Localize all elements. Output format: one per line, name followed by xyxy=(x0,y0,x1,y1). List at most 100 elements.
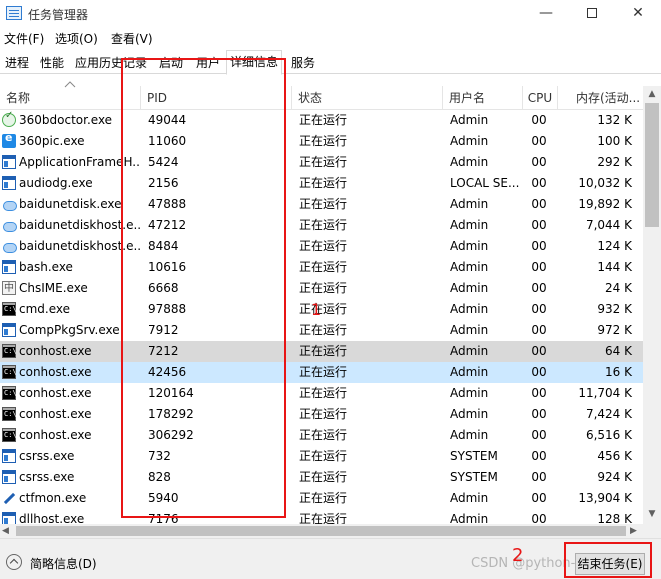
console-icon xyxy=(2,365,17,379)
table-row[interactable]: conhost.exe7212正在运行Admin0064 K xyxy=(0,341,643,362)
table-row[interactable]: audiodg.exe 2156 正在运行 LOCAL SE... 00 10,032 K xyxy=(0,173,643,194)
cloud-icon xyxy=(2,218,17,232)
horizontal-scroll-thumb[interactable] xyxy=(16,526,626,536)
process-cpu: 00 xyxy=(531,218,547,232)
process-cpu: 00 xyxy=(531,281,547,295)
table-row[interactable]: conhost.exe178292正在运行Admin007,424 K xyxy=(0,404,643,425)
console-icon xyxy=(2,344,17,358)
process-status: 正在运行 xyxy=(299,260,348,274)
table-row[interactable]: CompPkgSrv.exe 7912 正在运行 Admin 00 972 K xyxy=(0,320,643,341)
scroll-left-icon[interactable]: ◀ xyxy=(2,524,9,538)
process-cpu: 00 xyxy=(531,155,547,169)
console-icon xyxy=(2,386,17,400)
table-row[interactable]: baidunetdiskhost.e... 8484 正在运行 Admin 00 124 … xyxy=(0,236,643,257)
table-row[interactable]: conhost.exe306292正在运行Admin006,516 K xyxy=(0,425,643,446)
console-icon xyxy=(2,428,17,442)
process-memory: 24 K xyxy=(605,281,632,295)
process-memory: 16 K xyxy=(605,365,632,379)
vertical-scroll-thumb[interactable] xyxy=(645,103,659,227)
table-row[interactable]: bash.exe 10616 正在运行 Admin 00 144 K xyxy=(0,257,643,278)
collapse-up-icon[interactable] xyxy=(6,554,22,570)
process-user: Admin xyxy=(450,218,489,232)
close-button[interactable]: ✕ xyxy=(615,0,661,28)
tab-processes[interactable]: 进程 xyxy=(2,53,32,74)
table-row[interactable]: ApplicationFrameH... 5424 正在运行 Admin 00 292 K xyxy=(0,152,643,173)
tab-services[interactable]: 服务 xyxy=(288,53,318,74)
window-app-icon xyxy=(2,176,16,190)
column-header-status[interactable]: 状态 xyxy=(292,86,443,110)
annotation-label-1: 1 xyxy=(311,300,322,319)
minimize-button[interactable]: — xyxy=(523,0,569,28)
process-table: 360bdoctor.exe49044正在运行Admin00132 K360pi… xyxy=(0,110,643,524)
process-cpu: 00 xyxy=(531,260,547,274)
scroll-right-icon[interactable]: ▶ xyxy=(630,524,637,538)
process-user: Admin xyxy=(450,491,489,505)
process-user: Admin xyxy=(450,239,489,253)
horizontal-scrollbar[interactable]: ◀ ▶ xyxy=(0,524,643,538)
table-row[interactable]: 360pic.exe11060正在运行Admin00100 K xyxy=(0,131,643,152)
process-user: SYSTEM xyxy=(450,470,498,484)
process-user: Admin xyxy=(450,512,489,524)
process-user: Admin xyxy=(450,134,489,148)
annotation-box-end-task xyxy=(564,542,652,578)
process-status: 正在运行 xyxy=(299,512,348,524)
process-user: Admin xyxy=(450,113,489,127)
pen-icon xyxy=(2,491,16,505)
process-cpu: 00 xyxy=(531,428,547,442)
fewer-details-link[interactable]: 简略信息(D) xyxy=(30,555,97,572)
column-header-memory[interactable]: 内存(活动... xyxy=(558,86,643,110)
table-row[interactable]: 360bdoctor.exe49044正在运行Admin00132 K xyxy=(0,110,643,131)
column-header-cpu[interactable]: CPU xyxy=(523,86,558,110)
annotation-box-pid-column xyxy=(121,58,286,518)
table-row[interactable]: conhost.exe42456正在运行Admin0016 K xyxy=(0,362,643,383)
menu-view[interactable]: 查看(V) xyxy=(111,30,153,47)
column-header-user[interactable]: 用户名 xyxy=(443,86,523,110)
vertical-scrollbar[interactable]: ▲ ▼ xyxy=(643,86,661,524)
process-status: 正在运行 xyxy=(299,197,348,211)
console-icon xyxy=(2,407,17,421)
table-row[interactable]: ChsIME.exe6668正在运行Admin0024 K xyxy=(0,278,643,299)
footer-bar: 简略信息(D) CSDN @python-小白 结束任务(E) xyxy=(0,538,661,579)
menu-options[interactable]: 选项(O) xyxy=(55,30,98,47)
window-app-icon xyxy=(2,449,16,463)
process-memory: 972 K xyxy=(597,323,632,337)
table-row[interactable]: conhost.exe120164正在运行Admin0011,704 K xyxy=(0,383,643,404)
process-status: 正在运行 xyxy=(299,407,348,421)
process-status: 正在运行 xyxy=(299,155,348,169)
process-cpu: 00 xyxy=(531,197,547,211)
menu-file[interactable]: 文件(F) xyxy=(4,30,44,47)
process-memory: 13,904 K xyxy=(578,491,632,505)
table-row[interactable]: dllhost.exe 7176 正在运行 Admin 00 128 K xyxy=(0,509,643,524)
process-memory: 932 K xyxy=(597,302,632,316)
table-row[interactable]: baidunetdiskhost.e... 47212 正在运行 Admin 00 7,0… xyxy=(0,215,643,236)
ime-icon xyxy=(2,279,16,295)
table-header: 名称 PID 状态 用户名 CPU 内存(活动... xyxy=(0,86,643,110)
process-memory: 7,424 K xyxy=(585,407,632,421)
table-row[interactable]: csrss.exe 732 正在运行 SYSTEM 00 456 K xyxy=(0,446,643,467)
table-row[interactable]: ctfmon.exe 5940 正在运行 Admin 00 13,904 K xyxy=(0,488,643,509)
scrollbar-corner xyxy=(643,524,661,538)
process-user: Admin xyxy=(450,386,489,400)
scroll-down-icon[interactable]: ▼ xyxy=(643,506,661,522)
process-user: Admin xyxy=(450,197,489,211)
shield-icon xyxy=(2,110,16,127)
column-header-name[interactable]: 名称 xyxy=(0,86,141,110)
title-bar: 任务管理器 — ✕ xyxy=(0,0,661,28)
table-row[interactable]: cmd.exe97888正在运行Admin00932 K xyxy=(0,299,643,320)
maximize-button[interactable] xyxy=(569,0,615,28)
process-cpu: 00 xyxy=(531,491,547,505)
table-row[interactable]: csrss.exe 828 正在运行 SYSTEM 00 924 K xyxy=(0,467,643,488)
process-user: SYSTEM xyxy=(450,449,498,463)
process-user: Admin xyxy=(450,155,489,169)
process-cpu: 00 xyxy=(531,449,547,463)
process-memory: 456 K xyxy=(597,449,632,463)
process-cpu: 00 xyxy=(531,470,547,484)
cloud-icon xyxy=(2,197,17,211)
process-user: Admin xyxy=(450,323,489,337)
table-row[interactable]: baidunetdisk.exe 47888 正在运行 Admin 00 19,892 K xyxy=(0,194,643,215)
process-status: 正在运行 xyxy=(299,281,348,295)
tab-performance[interactable]: 性能 xyxy=(37,53,67,74)
process-status: 正在运行 xyxy=(299,134,348,148)
scroll-up-icon[interactable]: ▲ xyxy=(643,86,661,102)
cloud-icon xyxy=(2,239,17,253)
